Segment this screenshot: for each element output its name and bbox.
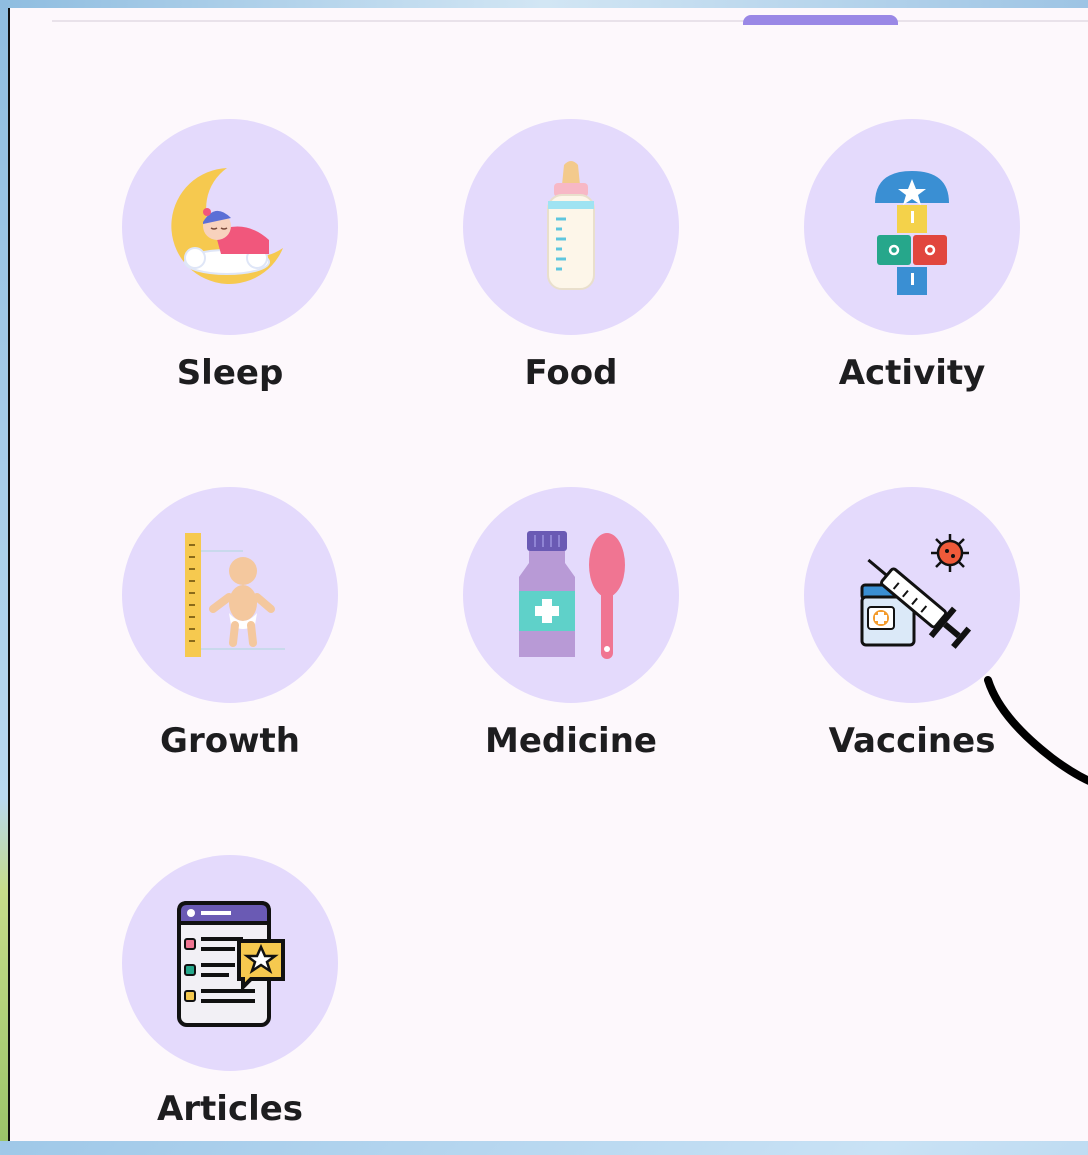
- articles-tile[interactable]: Articles: [110, 855, 350, 1155]
- baby-bottle-icon: [547, 161, 595, 290]
- syringe-vaccine-icon: [860, 534, 972, 649]
- feature-grid-panel: Sleep Food Activity Growth Medicine Vacc…: [8, 8, 1088, 1141]
- food-icon-circle[interactable]: [463, 119, 679, 335]
- growth-label: Growth: [160, 721, 300, 761]
- articles-icon-circle[interactable]: [122, 855, 338, 1071]
- sleeping-baby-moon-icon: [171, 168, 283, 284]
- background-left: [0, 0, 8, 1141]
- tab-bar-divider: [52, 20, 1088, 22]
- background-top: [0, 0, 1088, 8]
- pointer-arrow-annotation: [984, 676, 1088, 785]
- food-tile[interactable]: Food: [451, 119, 691, 419]
- growth-icon-circle[interactable]: [122, 487, 338, 703]
- sleep-icon-circle[interactable]: [122, 119, 338, 335]
- activity-label: Activity: [838, 353, 986, 393]
- baby-height-ruler-icon: [185, 533, 285, 657]
- medicine-tile[interactable]: Medicine: [451, 487, 691, 787]
- articles-label: Articles: [156, 1089, 304, 1129]
- medicine-icon-circle[interactable]: [463, 487, 679, 703]
- article-list-icon: [177, 901, 285, 1027]
- medicine-label: Medicine: [485, 721, 657, 761]
- sleep-label: Sleep: [176, 353, 284, 393]
- medicine-bottle-spoon-icon: [519, 531, 625, 659]
- growth-tile[interactable]: Growth: [110, 487, 350, 787]
- activity-icon-circle[interactable]: [804, 119, 1020, 335]
- sleep-tile[interactable]: Sleep: [110, 119, 350, 419]
- hopscotch-icon: [875, 171, 949, 295]
- food-label: Food: [524, 353, 618, 393]
- activity-tile[interactable]: Activity: [792, 119, 1032, 419]
- active-tab-indicator[interactable]: [743, 15, 898, 25]
